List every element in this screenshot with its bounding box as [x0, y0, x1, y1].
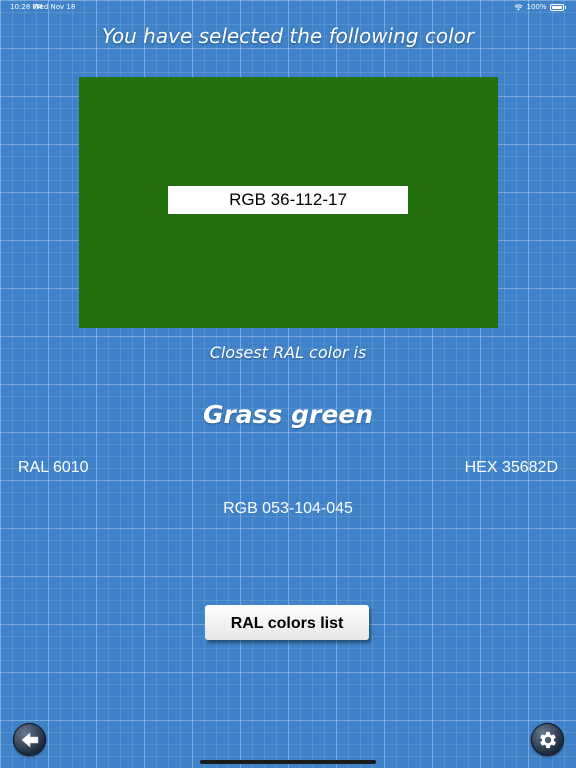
home-indicator — [200, 760, 376, 764]
status-right: 100% — [514, 0, 566, 14]
ral-colors-list-button[interactable]: RAL colors list — [205, 605, 369, 640]
wifi-icon — [514, 3, 524, 10]
settings-button[interactable] — [531, 723, 564, 756]
battery-icon — [549, 3, 564, 11]
selected-rgb-label: RGB 36-112-17 — [168, 186, 408, 214]
hex-code: HEX 35682D — [464, 459, 558, 476]
ral-code: RAL 6010 — [18, 459, 89, 476]
battery-tip — [564, 5, 566, 9]
ral-rgb-code: RGB 053-104-045 — [223, 500, 353, 517]
closest-ral-label: Closest RAL color is — [209, 343, 367, 362]
arrow-left-icon — [21, 731, 38, 748]
page-heading: You have selected the following color — [101, 24, 475, 48]
ral-color-name: Grass green — [202, 400, 374, 429]
gear-icon — [539, 731, 556, 748]
status-bar: 10:28 PM Wed Nov 18 100% — [0, 0, 576, 14]
status-date: Wed Nov 18 — [33, 3, 76, 11]
back-button[interactable] — [13, 723, 46, 756]
battery-percent: 100% — [526, 3, 547, 11]
